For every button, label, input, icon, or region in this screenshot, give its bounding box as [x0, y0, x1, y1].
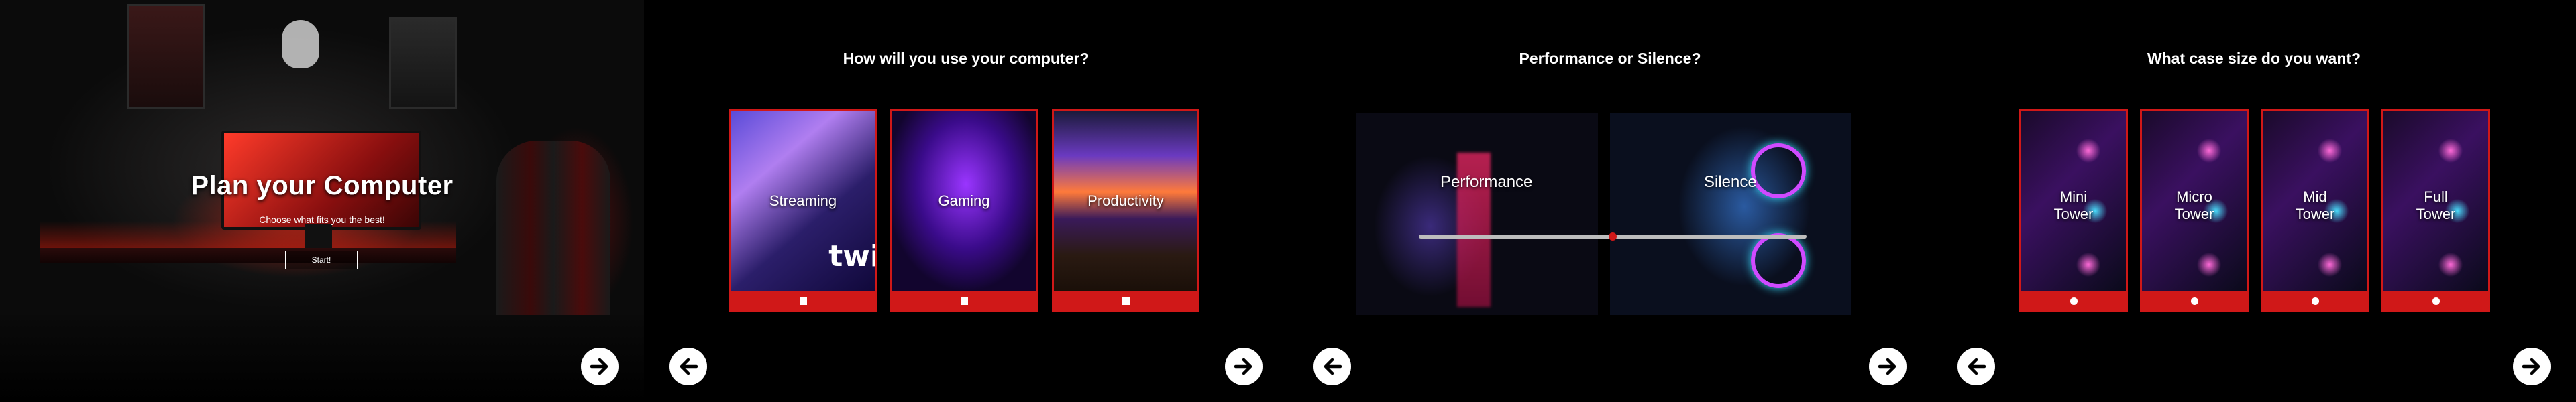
- case-size-question-title: What case size do you want?: [2147, 50, 2361, 67]
- option-footer[interactable]: [1054, 291, 1197, 310]
- performance-question-title: Performance or Silence?: [1519, 50, 1701, 67]
- performance-pc-image: [1356, 113, 1598, 315]
- rgb-fan-decoration: [1751, 143, 1806, 198]
- floor-shadow: [0, 315, 644, 402]
- arrow-right-icon: [1878, 358, 1896, 375]
- next-button[interactable]: [1225, 348, 1263, 385]
- option-label-mid-tower: Mid Tower: [2295, 188, 2335, 222]
- usage-question-title: How will you use your computer?: [843, 50, 1089, 67]
- option-label-gaming: Gaming: [938, 192, 990, 209]
- gaming-room-background-image: [0, 0, 644, 402]
- hero-title: Plan your Computer: [191, 171, 453, 200]
- radio-button[interactable]: [2190, 297, 2198, 305]
- option-card-gaming[interactable]: Gaming: [890, 109, 1038, 312]
- silence-label: Silence: [1704, 173, 1757, 191]
- slider-thumb[interactable]: [1609, 232, 1617, 241]
- arrow-left-icon: [1968, 358, 1986, 375]
- arrow-left-icon: [680, 358, 698, 375]
- option-card-full-tower[interactable]: Full Tower: [2381, 109, 2490, 312]
- arrow-right-icon: [2522, 358, 2540, 375]
- option-footer[interactable]: [731, 291, 875, 310]
- rgb-fan-decoration: [1751, 233, 1806, 288]
- monitor-stand: [305, 224, 332, 251]
- option-footer[interactable]: [2142, 291, 2247, 310]
- option-label-streaming: Streaming: [769, 192, 837, 209]
- option-label-mini-tower: Mini Tower: [2053, 188, 2094, 222]
- previous-button[interactable]: [1957, 348, 1995, 385]
- checkbox[interactable]: [960, 297, 968, 305]
- previous-button[interactable]: [669, 348, 707, 385]
- previous-button[interactable]: [1313, 348, 1351, 385]
- next-button[interactable]: [2513, 348, 2551, 385]
- option-card-streaming[interactable]: twi Streaming: [729, 109, 877, 312]
- hero-subtitle: Choose what fits you the best!: [259, 214, 385, 225]
- option-footer[interactable]: [892, 291, 1036, 310]
- wall-poster-image: [127, 4, 205, 109]
- radio-button[interactable]: [2311, 297, 2319, 305]
- option-label-micro-tower: Micro Tower: [2174, 188, 2214, 222]
- performance-label: Performance: [1440, 173, 1533, 191]
- case-size-panel: What case size do you want? Mini Tower M…: [1932, 0, 2576, 402]
- performance-panel: Performance or Silence? Performance Sile…: [1288, 0, 1932, 402]
- option-footer[interactable]: [2383, 291, 2488, 310]
- option-label-full-tower: Full Tower: [2416, 188, 2456, 222]
- checkbox[interactable]: [1122, 297, 1130, 305]
- desk-image: [40, 248, 456, 263]
- option-label-productivity: Productivity: [1087, 192, 1164, 209]
- arrow-right-icon: [590, 358, 608, 375]
- option-card-productivity[interactable]: Productivity: [1052, 109, 1199, 312]
- option-footer[interactable]: [2021, 291, 2126, 310]
- option-footer[interactable]: [2263, 291, 2367, 310]
- option-card-mid-tower[interactable]: Mid Tower: [2261, 109, 2369, 312]
- next-button[interactable]: [581, 348, 619, 385]
- arrow-left-icon: [1324, 358, 1342, 375]
- option-card-mini-tower[interactable]: Mini Tower: [2019, 109, 2128, 312]
- silent-pc-image: [1610, 113, 1851, 315]
- radio-button[interactable]: [2432, 297, 2440, 305]
- option-card-micro-tower[interactable]: Micro Tower: [2140, 109, 2249, 312]
- start-button[interactable]: Start!: [285, 251, 358, 269]
- wall-poster-image: [389, 17, 457, 109]
- radio-button[interactable]: [2070, 297, 2078, 305]
- wall-mask-decoration: [282, 20, 319, 68]
- intro-panel: Plan your Computer Choose what fits you …: [0, 0, 644, 402]
- twitch-logo-icon: twi: [828, 239, 877, 273]
- next-button[interactable]: [1869, 348, 1907, 385]
- arrow-right-icon: [1234, 358, 1252, 375]
- checkbox[interactable]: [799, 297, 807, 305]
- usage-panel: How will you use your computer? twi Stre…: [644, 0, 1288, 402]
